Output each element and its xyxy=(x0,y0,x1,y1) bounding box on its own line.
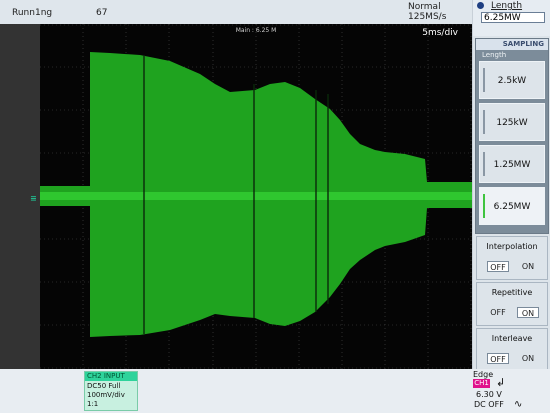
length-value-field[interactable]: 6.25MW xyxy=(481,12,545,23)
repetitive-on[interactable]: ON xyxy=(517,307,539,318)
channel-2-info[interactable]: CH2 INPUT DC50 Full 100mV/div 1:1 xyxy=(84,371,138,411)
waveform-plot[interactable]: Main : 6.25 M 5ms/div xyxy=(40,24,472,369)
interpolation-toggle[interactable]: Interpolation OFF ON xyxy=(476,236,548,280)
interleave-off[interactable]: OFF xyxy=(487,353,509,364)
main-memory-label: Main : 6.25 M xyxy=(235,27,277,34)
length-option-125kw[interactable]: 125kW xyxy=(479,103,545,141)
length-option-6-25mw[interactable]: 6.25MW xyxy=(479,187,545,225)
repetitive-off[interactable]: OFF xyxy=(487,307,509,318)
right-sidebar: Length 6.25MW SAMPLING Length 2.5kW 125k… xyxy=(472,0,550,372)
trigger-coupling: DC OFF xyxy=(474,400,504,409)
run-status: Runn1ng xyxy=(12,8,53,18)
sampling-menu-title: SAMPLING xyxy=(476,39,548,50)
noise-reject-icon: ∿ xyxy=(514,399,523,410)
channel-2-scale: 100mV/div xyxy=(87,391,125,399)
interleave-on[interactable]: ON xyxy=(517,353,539,364)
acquisition-mode: Normal xyxy=(408,2,441,12)
interleave-toggle[interactable]: Interleave OFF ON xyxy=(476,328,548,372)
channel-2-title: CH2 INPUT xyxy=(85,372,137,381)
record-count: 67 xyxy=(96,8,108,18)
time-div-label[interactable]: 5ms/div xyxy=(422,28,458,38)
trigger-level: 6.30 V xyxy=(476,390,502,399)
rising-edge-icon: ↲ xyxy=(496,376,506,389)
channel-2-coupling: DC50 Full xyxy=(87,382,121,390)
trigger-source-badge: CH1 xyxy=(473,379,490,388)
interpolation-on[interactable]: ON xyxy=(517,261,539,272)
trigger-type: Edge xyxy=(473,370,494,379)
repetitive-toggle[interactable]: Repetitive OFF ON xyxy=(476,282,548,326)
length-header[interactable]: Length 6.25MW xyxy=(473,0,550,36)
channel-marker-icon[interactable]: ≡ xyxy=(30,194,37,203)
interleave-title: Interleave xyxy=(491,334,533,343)
interpolation-off[interactable]: OFF xyxy=(487,261,509,272)
waveform-display[interactable]: ≡ Main: 6.25 M 5ms/div xyxy=(0,24,472,369)
sampling-menu-subtitle: Length xyxy=(482,51,507,59)
sample-rate: 125MS/s xyxy=(408,12,447,22)
length-title: Length xyxy=(491,1,523,11)
trace-center-band xyxy=(40,192,472,200)
waveform-svg xyxy=(40,24,472,369)
knob-indicator-icon xyxy=(477,2,484,9)
repetitive-title: Repetitive xyxy=(491,288,533,297)
bottom-status-bar: CH2 INPUT DC50 Full 100mV/div 1:1 Edge C… xyxy=(0,369,550,413)
sampling-menu: SAMPLING Length 2.5kW 125kW 1.25MW 6.25M… xyxy=(475,38,549,234)
length-option-2-5kw[interactable]: 2.5kW xyxy=(479,61,545,99)
length-option-1-25mw[interactable]: 1.25MW xyxy=(479,145,545,183)
channel-2-probe: 1:1 xyxy=(87,400,99,408)
interpolation-title: Interpolation xyxy=(486,242,538,251)
top-status-bar: Runn1ng 67 Normal 125MS/s xyxy=(0,0,472,24)
